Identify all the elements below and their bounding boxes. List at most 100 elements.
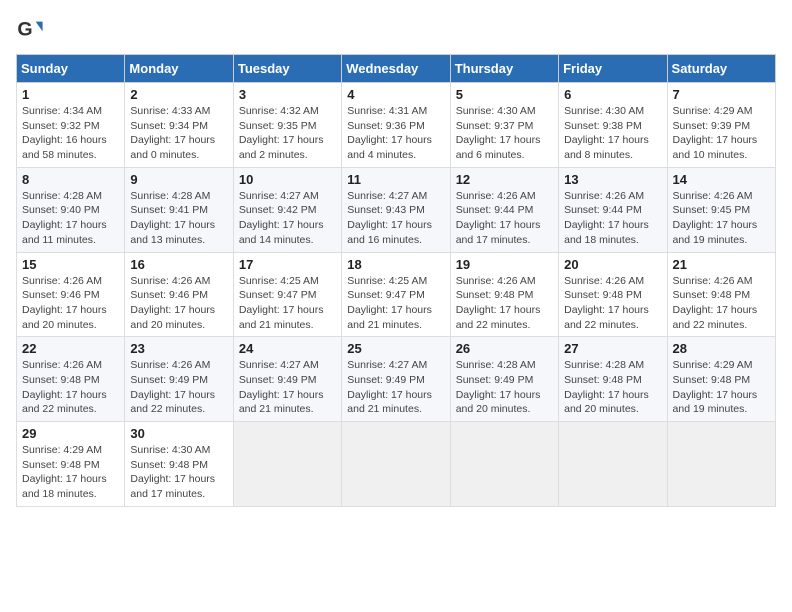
- calendar-cell: 5 Sunrise: 4:30 AM Sunset: 9:37 PM Dayli…: [450, 83, 558, 168]
- day-number: 19: [456, 257, 553, 272]
- calendar-cell: 16 Sunrise: 4:26 AM Sunset: 9:46 PM Dayl…: [125, 252, 233, 337]
- day-info: Sunrise: 4:29 AM Sunset: 9:48 PM Dayligh…: [673, 358, 770, 417]
- calendar-cell: [342, 422, 450, 507]
- calendar-cell: 12 Sunrise: 4:26 AM Sunset: 9:44 PM Dayl…: [450, 167, 558, 252]
- day-number: 14: [673, 172, 770, 187]
- day-number: 21: [673, 257, 770, 272]
- calendar-cell: 30 Sunrise: 4:30 AM Sunset: 9:48 PM Dayl…: [125, 422, 233, 507]
- day-number: 4: [347, 87, 444, 102]
- day-info: Sunrise: 4:26 AM Sunset: 9:45 PM Dayligh…: [673, 189, 770, 248]
- day-info: Sunrise: 4:27 AM Sunset: 9:43 PM Dayligh…: [347, 189, 444, 248]
- day-info: Sunrise: 4:28 AM Sunset: 9:40 PM Dayligh…: [22, 189, 119, 248]
- calendar-week-row: 22 Sunrise: 4:26 AM Sunset: 9:48 PM Dayl…: [17, 337, 776, 422]
- day-info: Sunrise: 4:31 AM Sunset: 9:36 PM Dayligh…: [347, 104, 444, 163]
- calendar-cell: 20 Sunrise: 4:26 AM Sunset: 9:48 PM Dayl…: [559, 252, 667, 337]
- day-number: 18: [347, 257, 444, 272]
- calendar-header-saturday: Saturday: [667, 55, 775, 83]
- calendar-cell: 28 Sunrise: 4:29 AM Sunset: 9:48 PM Dayl…: [667, 337, 775, 422]
- calendar-cell: [559, 422, 667, 507]
- day-number: 5: [456, 87, 553, 102]
- day-number: 8: [22, 172, 119, 187]
- day-info: Sunrise: 4:32 AM Sunset: 9:35 PM Dayligh…: [239, 104, 336, 163]
- calendar-cell: 7 Sunrise: 4:29 AM Sunset: 9:39 PM Dayli…: [667, 83, 775, 168]
- calendar-week-row: 15 Sunrise: 4:26 AM Sunset: 9:46 PM Dayl…: [17, 252, 776, 337]
- day-info: Sunrise: 4:29 AM Sunset: 9:39 PM Dayligh…: [673, 104, 770, 163]
- day-info: Sunrise: 4:30 AM Sunset: 9:48 PM Dayligh…: [130, 443, 227, 502]
- calendar-cell: 24 Sunrise: 4:27 AM Sunset: 9:49 PM Dayl…: [233, 337, 341, 422]
- calendar-cell: 10 Sunrise: 4:27 AM Sunset: 9:42 PM Dayl…: [233, 167, 341, 252]
- day-number: 27: [564, 341, 661, 356]
- day-number: 9: [130, 172, 227, 187]
- day-info: Sunrise: 4:26 AM Sunset: 9:48 PM Dayligh…: [22, 358, 119, 417]
- calendar-week-row: 29 Sunrise: 4:29 AM Sunset: 9:48 PM Dayl…: [17, 422, 776, 507]
- day-number: 30: [130, 426, 227, 441]
- calendar-cell: 1 Sunrise: 4:34 AM Sunset: 9:32 PM Dayli…: [17, 83, 125, 168]
- calendar-cell: 15 Sunrise: 4:26 AM Sunset: 9:46 PM Dayl…: [17, 252, 125, 337]
- day-number: 16: [130, 257, 227, 272]
- day-info: Sunrise: 4:30 AM Sunset: 9:38 PM Dayligh…: [564, 104, 661, 163]
- calendar-week-row: 1 Sunrise: 4:34 AM Sunset: 9:32 PM Dayli…: [17, 83, 776, 168]
- day-info: Sunrise: 4:26 AM Sunset: 9:46 PM Dayligh…: [22, 274, 119, 333]
- day-info: Sunrise: 4:34 AM Sunset: 9:32 PM Dayligh…: [22, 104, 119, 163]
- calendar-cell: 3 Sunrise: 4:32 AM Sunset: 9:35 PM Dayli…: [233, 83, 341, 168]
- day-number: 3: [239, 87, 336, 102]
- day-number: 20: [564, 257, 661, 272]
- day-number: 11: [347, 172, 444, 187]
- calendar-cell: 18 Sunrise: 4:25 AM Sunset: 9:47 PM Dayl…: [342, 252, 450, 337]
- calendar-cell: 14 Sunrise: 4:26 AM Sunset: 9:45 PM Dayl…: [667, 167, 775, 252]
- day-info: Sunrise: 4:28 AM Sunset: 9:48 PM Dayligh…: [564, 358, 661, 417]
- day-info: Sunrise: 4:26 AM Sunset: 9:44 PM Dayligh…: [564, 189, 661, 248]
- day-number: 25: [347, 341, 444, 356]
- calendar-cell: [233, 422, 341, 507]
- logo: G: [16, 16, 48, 44]
- day-number: 17: [239, 257, 336, 272]
- calendar-cell: 26 Sunrise: 4:28 AM Sunset: 9:49 PM Dayl…: [450, 337, 558, 422]
- calendar-cell: 13 Sunrise: 4:26 AM Sunset: 9:44 PM Dayl…: [559, 167, 667, 252]
- day-info: Sunrise: 4:33 AM Sunset: 9:34 PM Dayligh…: [130, 104, 227, 163]
- day-number: 2: [130, 87, 227, 102]
- calendar-cell: 8 Sunrise: 4:28 AM Sunset: 9:40 PM Dayli…: [17, 167, 125, 252]
- day-info: Sunrise: 4:26 AM Sunset: 9:48 PM Dayligh…: [456, 274, 553, 333]
- day-info: Sunrise: 4:30 AM Sunset: 9:37 PM Dayligh…: [456, 104, 553, 163]
- calendar-cell: 25 Sunrise: 4:27 AM Sunset: 9:49 PM Dayl…: [342, 337, 450, 422]
- day-info: Sunrise: 4:25 AM Sunset: 9:47 PM Dayligh…: [239, 274, 336, 333]
- calendar-cell: 4 Sunrise: 4:31 AM Sunset: 9:36 PM Dayli…: [342, 83, 450, 168]
- calendar-cell: 21 Sunrise: 4:26 AM Sunset: 9:48 PM Dayl…: [667, 252, 775, 337]
- day-info: Sunrise: 4:27 AM Sunset: 9:49 PM Dayligh…: [239, 358, 336, 417]
- day-info: Sunrise: 4:26 AM Sunset: 9:49 PM Dayligh…: [130, 358, 227, 417]
- calendar-header-row: SundayMondayTuesdayWednesdayThursdayFrid…: [17, 55, 776, 83]
- calendar-cell: 17 Sunrise: 4:25 AM Sunset: 9:47 PM Dayl…: [233, 252, 341, 337]
- calendar-cell: 19 Sunrise: 4:26 AM Sunset: 9:48 PM Dayl…: [450, 252, 558, 337]
- day-info: Sunrise: 4:25 AM Sunset: 9:47 PM Dayligh…: [347, 274, 444, 333]
- calendar-cell: [667, 422, 775, 507]
- calendar-header-sunday: Sunday: [17, 55, 125, 83]
- calendar-cell: 9 Sunrise: 4:28 AM Sunset: 9:41 PM Dayli…: [125, 167, 233, 252]
- calendar-cell: 22 Sunrise: 4:26 AM Sunset: 9:48 PM Dayl…: [17, 337, 125, 422]
- calendar-cell: 11 Sunrise: 4:27 AM Sunset: 9:43 PM Dayl…: [342, 167, 450, 252]
- day-number: 10: [239, 172, 336, 187]
- day-number: 26: [456, 341, 553, 356]
- calendar-header-tuesday: Tuesday: [233, 55, 341, 83]
- day-info: Sunrise: 4:26 AM Sunset: 9:48 PM Dayligh…: [564, 274, 661, 333]
- day-number: 28: [673, 341, 770, 356]
- calendar-table: SundayMondayTuesdayWednesdayThursdayFrid…: [16, 54, 776, 507]
- day-info: Sunrise: 4:27 AM Sunset: 9:42 PM Dayligh…: [239, 189, 336, 248]
- day-number: 22: [22, 341, 119, 356]
- day-info: Sunrise: 4:28 AM Sunset: 9:49 PM Dayligh…: [456, 358, 553, 417]
- day-info: Sunrise: 4:28 AM Sunset: 9:41 PM Dayligh…: [130, 189, 227, 248]
- calendar-header-friday: Friday: [559, 55, 667, 83]
- day-number: 13: [564, 172, 661, 187]
- calendar-header-monday: Monday: [125, 55, 233, 83]
- svg-text:G: G: [17, 19, 32, 41]
- day-number: 7: [673, 87, 770, 102]
- day-info: Sunrise: 4:26 AM Sunset: 9:46 PM Dayligh…: [130, 274, 227, 333]
- calendar-header-wednesday: Wednesday: [342, 55, 450, 83]
- day-info: Sunrise: 4:29 AM Sunset: 9:48 PM Dayligh…: [22, 443, 119, 502]
- day-number: 1: [22, 87, 119, 102]
- day-number: 15: [22, 257, 119, 272]
- calendar-cell: 29 Sunrise: 4:29 AM Sunset: 9:48 PM Dayl…: [17, 422, 125, 507]
- page-header: G: [16, 16, 776, 44]
- day-number: 23: [130, 341, 227, 356]
- day-info: Sunrise: 4:26 AM Sunset: 9:44 PM Dayligh…: [456, 189, 553, 248]
- calendar-cell: 27 Sunrise: 4:28 AM Sunset: 9:48 PM Dayl…: [559, 337, 667, 422]
